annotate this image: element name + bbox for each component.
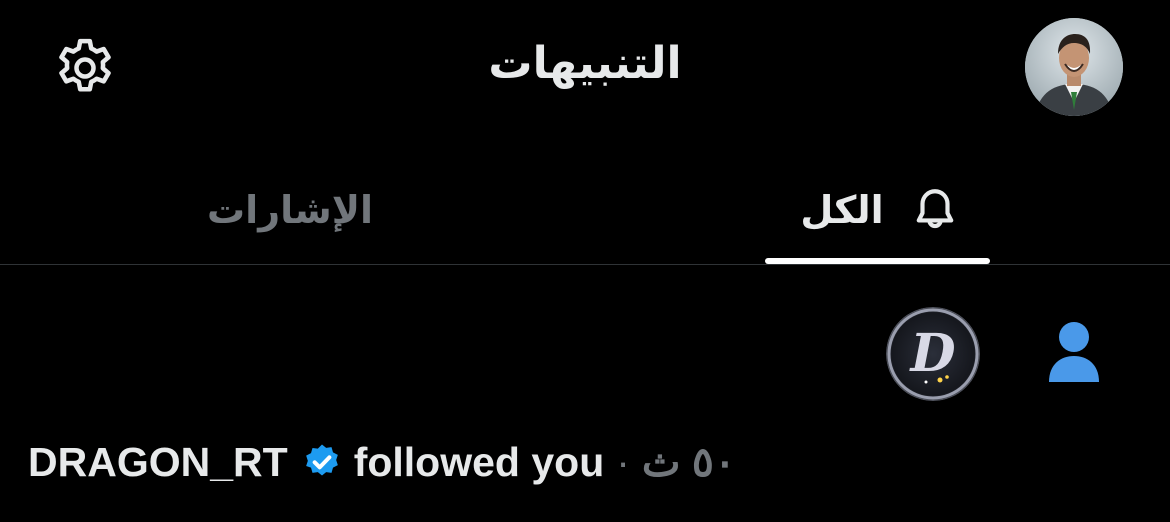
profile-avatar-image bbox=[1025, 18, 1123, 116]
notification-time: ٥٠ ث bbox=[641, 439, 736, 485]
separator-dot: · bbox=[616, 438, 630, 485]
tab-all[interactable]: الكل bbox=[700, 160, 1060, 260]
avatar-letter: D bbox=[908, 323, 955, 384]
notifications-screen: التنبيهات الكل الإشارات D DRAGON_RT foll… bbox=[0, 0, 1170, 522]
dragon-avatar-image: D bbox=[886, 307, 980, 401]
notification-text: DRAGON_RT followed you · ٥٠ ث bbox=[28, 432, 736, 492]
avatar[interactable] bbox=[1025, 18, 1123, 116]
follower-username[interactable]: DRAGON_RT bbox=[28, 439, 288, 486]
notification-action: followed you bbox=[353, 438, 605, 485]
tab-mentions-label: الإشارات bbox=[206, 188, 374, 232]
follower-avatar[interactable]: D bbox=[886, 307, 980, 401]
tab-all-label: الكل bbox=[800, 188, 884, 232]
tab-mentions[interactable]: الإشارات bbox=[110, 160, 470, 260]
verified-badge-icon bbox=[302, 442, 342, 482]
page-title: التنبيهات bbox=[488, 38, 682, 89]
person-icon bbox=[1045, 318, 1103, 386]
tabs-divider bbox=[0, 264, 1170, 265]
bell-icon bbox=[910, 185, 960, 235]
